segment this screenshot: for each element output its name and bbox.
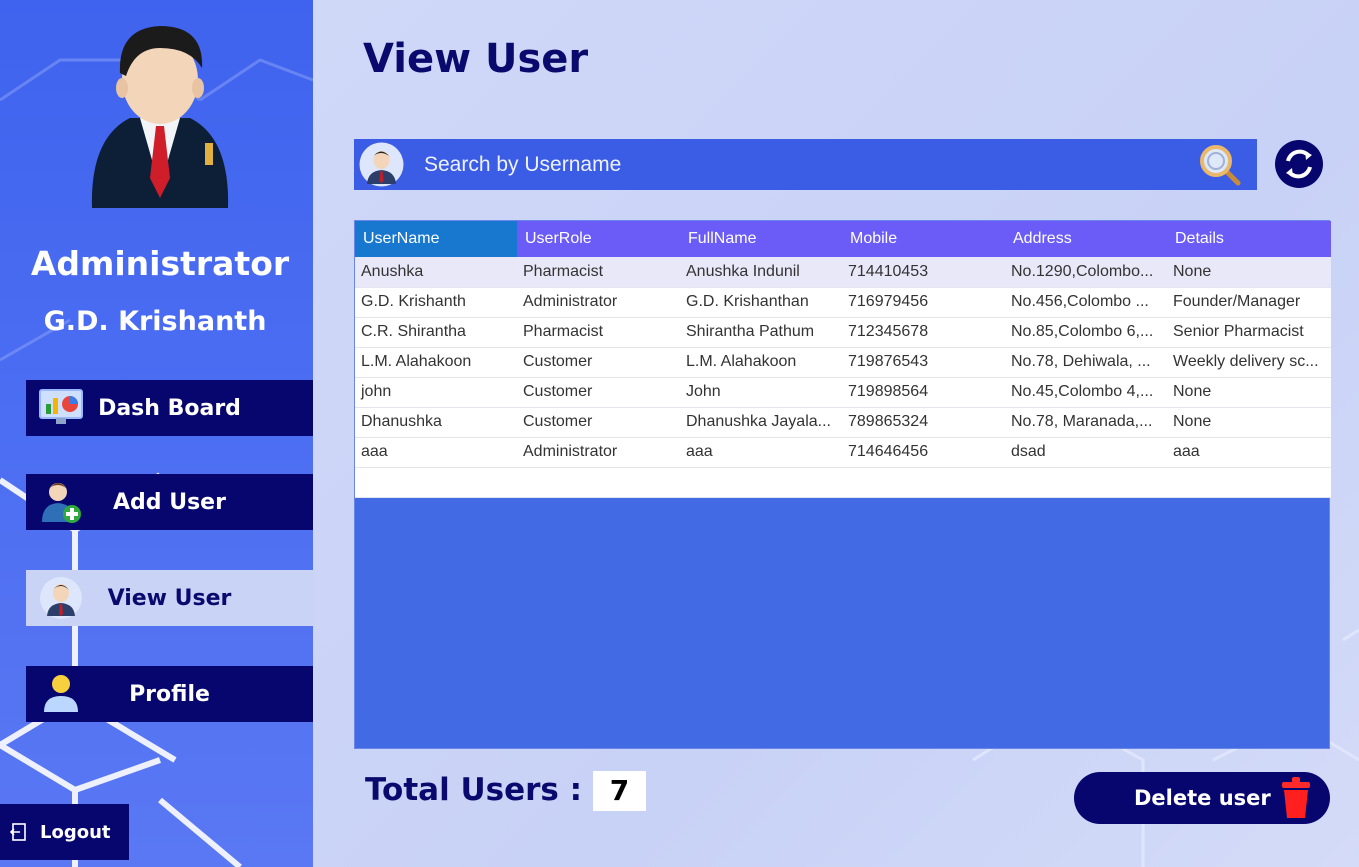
- table-row[interactable]: john Customer John 719898564 No.45,Colombo 4…: [355, 377, 1331, 408]
- table-cell-username: C.R. Shirantha: [355, 317, 517, 348]
- table-cell-empty: [680, 467, 842, 498]
- sidebar-item-label: Dash Board: [98, 395, 241, 421]
- total-users-count: 7: [593, 771, 646, 811]
- table-cell-details: aaa: [1167, 437, 1331, 468]
- table-cell-details: None: [1167, 407, 1331, 438]
- sidebar: Administrator G.D. Krishanth Dash Board …: [0, 0, 313, 867]
- table-cell-address: No.85,Colombo 6,...: [1005, 317, 1167, 348]
- delete-user-button[interactable]: Delete user: [1074, 772, 1330, 824]
- table-cell-userrole: Pharmacist: [517, 317, 680, 348]
- table-cell-details: Founder/Manager: [1167, 287, 1331, 318]
- administrator-avatar: [80, 18, 240, 218]
- logout-button[interactable]: Logout: [0, 804, 129, 860]
- table-cell-mobile: 714410453: [842, 257, 1005, 288]
- refresh-icon[interactable]: [1274, 139, 1324, 189]
- table-cell-details: Weekly delivery sc...: [1167, 347, 1331, 378]
- table-cell-address: No.1290,Colombo...: [1005, 257, 1167, 288]
- user-role-heading: Administrator: [30, 244, 290, 283]
- table-cell-userrole: Pharmacist: [517, 257, 680, 288]
- table-cell-details: Senior Pharmacist: [1167, 317, 1331, 348]
- table-cell-fullname: Dhanushka Jayala...: [680, 407, 842, 438]
- table-cell-empty: [1167, 467, 1331, 498]
- table-cell-mobile: 719898564: [842, 377, 1005, 408]
- column-header-fullname[interactable]: FullName: [680, 221, 842, 257]
- table-cell-empty: [842, 467, 1005, 498]
- table-cell-fullname: Shirantha Pathum: [680, 317, 842, 348]
- table-row[interactable]: L.M. Alahakoon Customer L.M. Alahakoon 7198…: [355, 347, 1331, 378]
- table-header-row: UserName UserRole FullName Mobile Addres…: [355, 221, 1331, 257]
- column-header-address[interactable]: Address: [1005, 221, 1167, 257]
- table-cell-mobile: 716979456: [842, 287, 1005, 318]
- column-header-userrole[interactable]: UserRole: [517, 221, 680, 257]
- table-cell-mobile: 714646456: [842, 437, 1005, 468]
- table-row[interactable]: Dhanushka Customer Dhanushka Jayala... 7898…: [355, 407, 1331, 438]
- sidebar-item-view-user[interactable]: View User: [26, 570, 313, 626]
- total-users-label: Total Users :: [365, 772, 583, 808]
- table-cell-username: aaa: [355, 437, 517, 468]
- table-cell-userrole: Administrator: [517, 437, 680, 468]
- sidebar-item-label: View User: [107, 585, 232, 611]
- table-row[interactable]: Anushka Pharmacist Anushka Indunil 71441045…: [355, 257, 1331, 288]
- users-table[interactable]: UserName UserRole FullName Mobile Addres…: [355, 221, 1331, 498]
- table-cell-userrole: Customer: [517, 377, 680, 408]
- column-header-username[interactable]: UserName: [355, 221, 517, 257]
- table-cell-details: None: [1167, 377, 1331, 408]
- main-content: View User Use: [313, 0, 1359, 867]
- table-cell-fullname: John: [680, 377, 842, 408]
- table-cell-username: G.D. Krishanth: [355, 287, 517, 318]
- user-avatar-icon: [359, 142, 404, 187]
- table-row[interactable]: G.D. Krishanth Administrator G.D. Krishant…: [355, 287, 1331, 318]
- table-cell-empty: [1005, 467, 1167, 498]
- table-cell-fullname: L.M. Alahakoon: [680, 347, 842, 378]
- table-cell-address: No.78, Dehiwala, ...: [1005, 347, 1167, 378]
- search-bar: [354, 139, 1257, 190]
- users-table-container: UserName UserRole FullName Mobile Addres…: [354, 220, 1331, 749]
- table-cell-username: Dhanushka: [355, 407, 517, 438]
- sidebar-item-label: Profile: [129, 681, 210, 707]
- table-row[interactable]: C.R. Shirantha Pharmacist Shirantha Pathum…: [355, 317, 1331, 348]
- column-header-details[interactable]: Details: [1167, 221, 1331, 257]
- table-cell-details: None: [1167, 257, 1331, 288]
- table-cell-address: dsad: [1005, 437, 1167, 468]
- search-input[interactable]: [424, 147, 1184, 182]
- table-cell-fullname: aaa: [680, 437, 842, 468]
- delete-user-label: Delete user: [1134, 786, 1271, 810]
- table-cell-fullname: G.D. Krishanthan: [680, 287, 842, 318]
- table-cell-address: No.456,Colombo ...: [1005, 287, 1167, 318]
- sidebar-item-add-user[interactable]: Add User: [26, 474, 313, 530]
- sidebar-item-label: Add User: [113, 489, 226, 515]
- table-cell-userrole: Customer: [517, 407, 680, 438]
- table-cell-username: Anushka: [355, 257, 517, 288]
- column-header-mobile[interactable]: Mobile: [842, 221, 1005, 257]
- table-row-empty[interactable]: [355, 467, 1331, 498]
- table-cell-mobile: 719876543: [842, 347, 1005, 378]
- table-cell-fullname: Anushka Indunil: [680, 257, 842, 288]
- page-title: View User: [363, 36, 589, 82]
- table-cell-mobile: 789865324: [842, 407, 1005, 438]
- table-cell-empty: [517, 467, 680, 498]
- trash-icon: [1282, 777, 1310, 818]
- table-cell-userrole: Customer: [517, 347, 680, 378]
- table-cell-empty: [355, 467, 517, 498]
- logout-icon: [10, 823, 26, 841]
- table-cell-mobile: 712345678: [842, 317, 1005, 348]
- logout-label: Logout: [40, 821, 111, 843]
- table-cell-username: john: [355, 377, 517, 408]
- table-cell-userrole: Administrator: [517, 287, 680, 318]
- table-cell-address: No.45,Colombo 4,...: [1005, 377, 1167, 408]
- table-cell-address: No.78, Maranada,...: [1005, 407, 1167, 438]
- table-cell-username: L.M. Alahakoon: [355, 347, 517, 378]
- table-row[interactable]: aaa Administrator aaa 714646456 dsad aaa: [355, 437, 1331, 468]
- search-icon[interactable]: [1198, 143, 1244, 187]
- sidebar-item-profile[interactable]: Profile: [26, 666, 313, 722]
- user-full-name: G.D. Krishanth: [43, 306, 267, 337]
- sidebar-item-dashboard[interactable]: Dash Board: [26, 380, 313, 436]
